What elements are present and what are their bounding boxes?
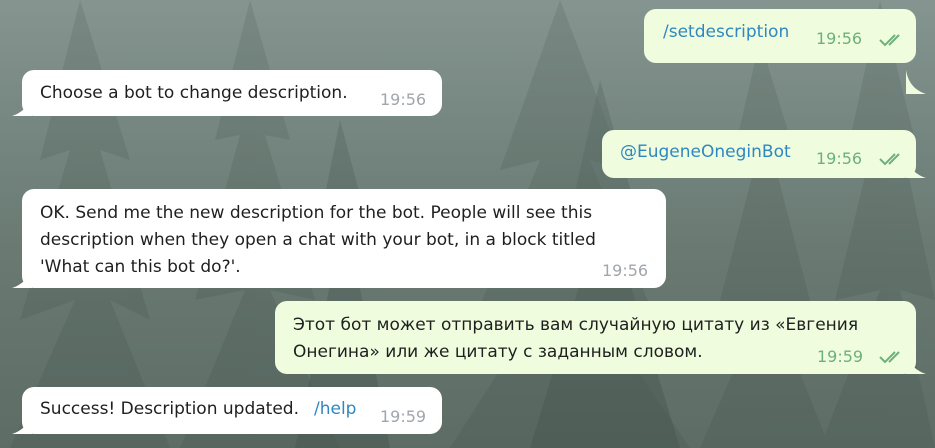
mention-link[interactable]: @EugeneOneginBot [620, 139, 791, 166]
message-time: 19:59 [380, 407, 427, 426]
message-time: 19:56 [602, 261, 649, 280]
message-incoming[interactable]: OK. Send me the new description for the … [22, 189, 666, 288]
bubble-tail [906, 70, 926, 94]
message-text: Choose a bot to change description. [40, 83, 348, 103]
double-check-icon [879, 153, 900, 166]
double-check-icon [879, 351, 900, 364]
message-time: 19:56 [816, 29, 863, 48]
message-outgoing[interactable]: /setdescription 19:56 [644, 9, 916, 63]
message-text: Success! Description updated. [40, 399, 299, 419]
message-time: 19:56 [816, 149, 863, 168]
message-text: OK. Send me the new description for the … [40, 203, 596, 277]
message-incoming[interactable]: Success! Description updated. /help 19:5… [22, 387, 442, 434]
double-check-icon [879, 34, 900, 47]
message-outgoing[interactable]: @EugeneOneginBot 19:56 [602, 130, 916, 178]
help-command-link[interactable]: /help [314, 396, 356, 423]
message-incoming[interactable]: Choose a bot to change description. 19:5… [22, 70, 442, 116]
command-link[interactable]: /setdescription [663, 19, 789, 46]
message-text: Этот бот может отправить вам случайную ц… [293, 315, 859, 362]
message-time: 19:56 [380, 90, 427, 109]
message-outgoing[interactable]: Этот бот может отправить вам случайную ц… [275, 301, 916, 374]
message-time: 19:59 [817, 347, 864, 366]
